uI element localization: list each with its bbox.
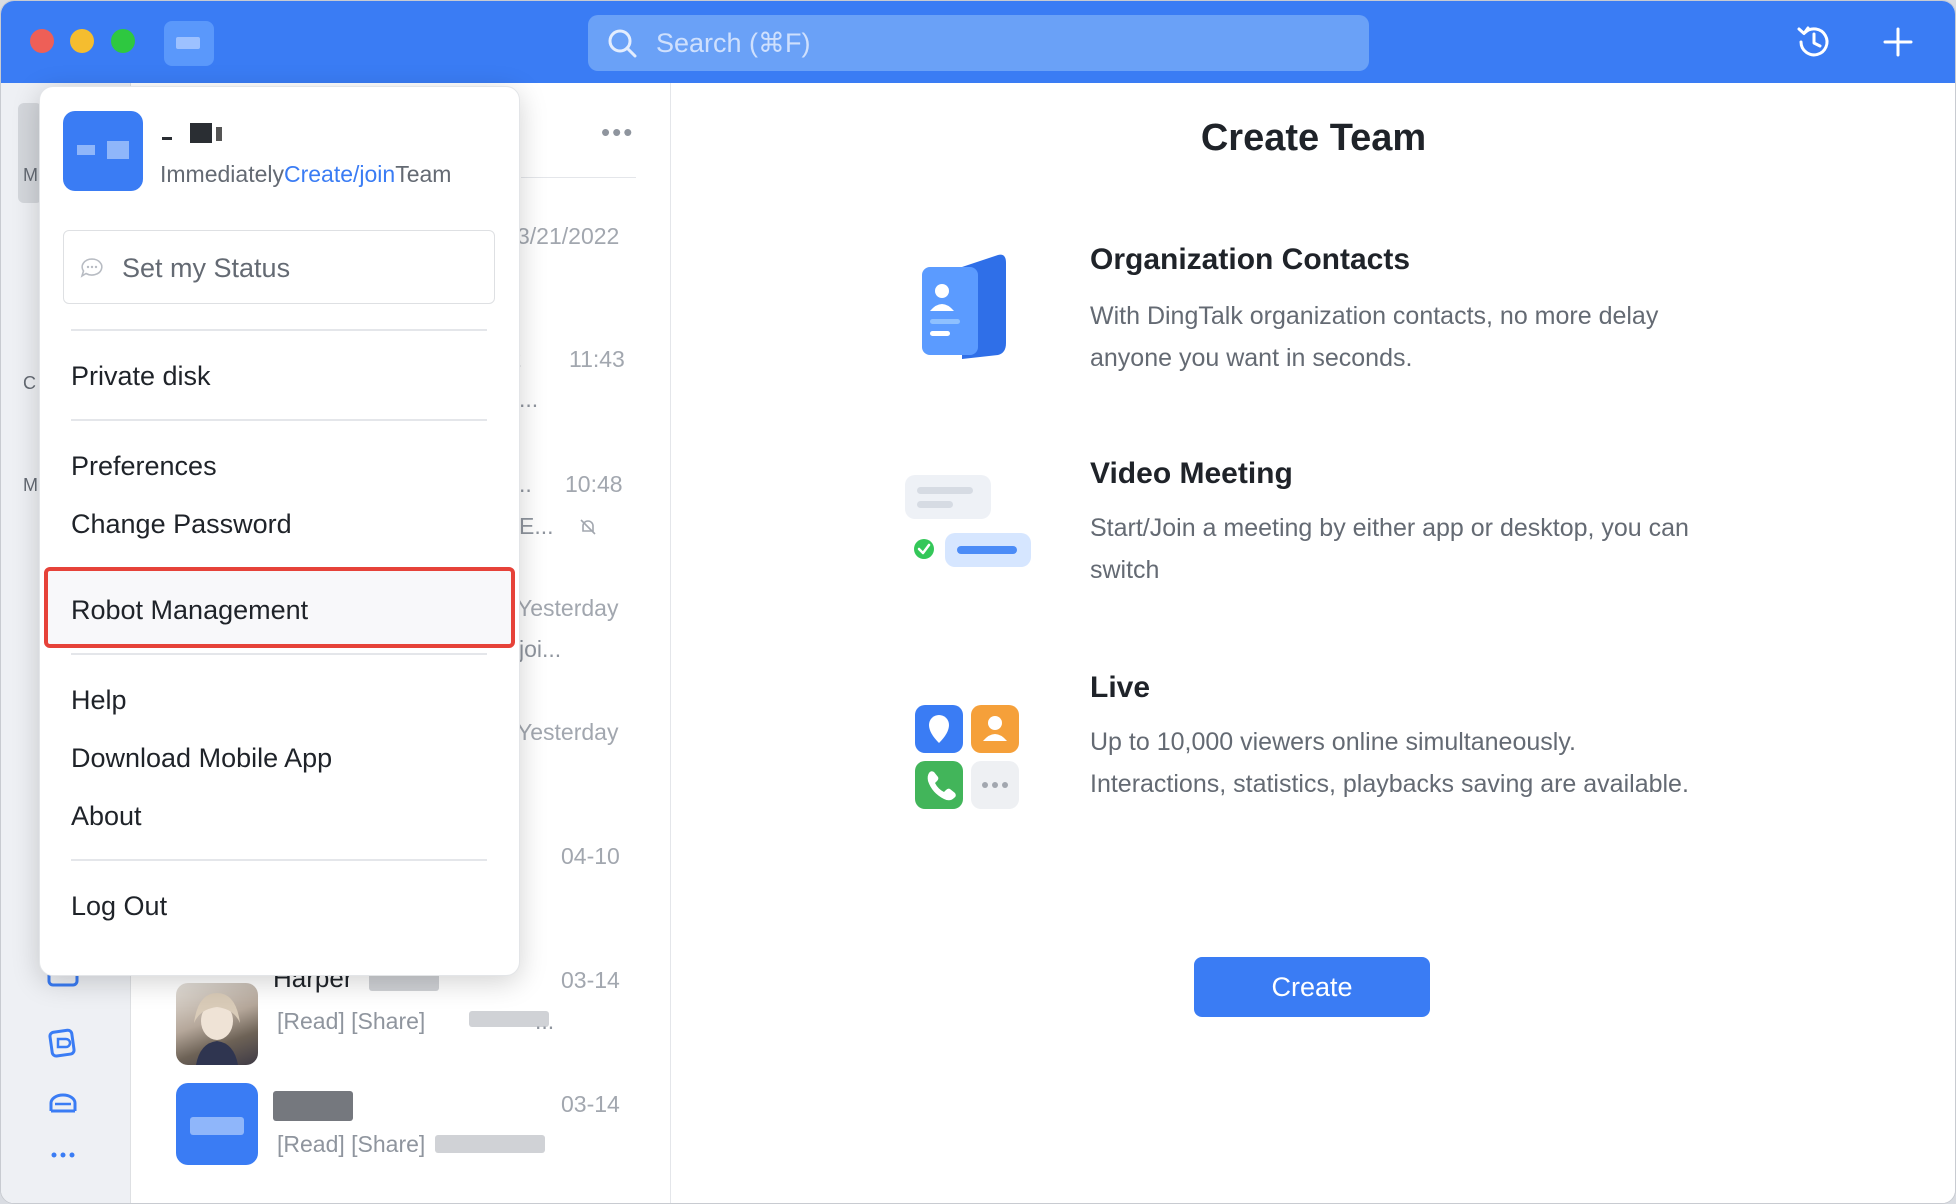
chat-preview: [Read] [Share]	[277, 1131, 426, 1157]
menu-divider	[71, 653, 487, 655]
redacted-username	[162, 123, 222, 143]
menu-item-download-mobile-app[interactable]: Download Mobile App	[71, 743, 332, 774]
rail-label-contacts: C	[23, 373, 36, 393]
feature-title: Live	[1090, 671, 1151, 704]
menu-divider	[71, 329, 487, 331]
chat-preview-fragment: E...	[519, 513, 554, 539]
create-join-link[interactable]: Create/join	[284, 161, 395, 187]
profile-avatar-button[interactable]	[164, 21, 214, 66]
page-title: Create Team	[1200, 117, 1427, 159]
profile-menu: ImmediatelyCreate/joinTeam Set my Status…	[39, 86, 520, 976]
live-apps-icon	[915, 705, 1019, 809]
menu-item-private-disk[interactable]: Private disk	[71, 361, 211, 392]
team-prompt-prefix: Immediately	[160, 161, 284, 187]
close-window-button[interactable]	[30, 29, 54, 53]
feature-title: Video Meeting	[1090, 457, 1293, 490]
rail-label-messages: M	[23, 165, 38, 185]
rail-label-meetings: M	[23, 475, 38, 495]
title-bar: Search (⌘F)	[1, 1, 1955, 83]
history-icon[interactable]	[1793, 21, 1835, 63]
search-bar[interactable]: Search (⌘F)	[588, 15, 1369, 71]
create-team-panel: Create Team Organization Contacts With D…	[671, 83, 1955, 1203]
search-icon	[608, 29, 637, 58]
avatar-illustration	[194, 993, 240, 1065]
menu-item-log-out[interactable]: Log Out	[71, 891, 167, 922]
redacted-preview	[435, 1135, 545, 1153]
chat-time: 11:43	[569, 346, 625, 372]
workbench-icon[interactable]	[45, 1087, 81, 1123]
menu-item-robot-management[interactable]: Robot Management	[71, 595, 308, 626]
menu-item-change-password[interactable]: Change Password	[71, 509, 292, 540]
chat-time: Yesterday	[517, 719, 619, 745]
search-placeholder: Search (⌘F)	[656, 28, 811, 58]
chat-time: 03-14	[561, 1091, 620, 1117]
chat-preview: [Read] [Share]	[277, 1008, 426, 1034]
feature-desc: With DingTalk organization contacts, no …	[1090, 302, 1659, 372]
menu-item-about[interactable]: About	[71, 801, 142, 832]
app-window: Search (⌘F) M C M ••• 3/21/2022 11:43 ..…	[0, 0, 1956, 1204]
menu-item-help[interactable]: Help	[71, 685, 127, 716]
chat-preview-fragment: ...	[519, 386, 539, 412]
more-icon[interactable]	[45, 1137, 81, 1173]
set-status-field[interactable]: Set my Status	[63, 230, 495, 304]
chat-name-fragment: ..	[519, 471, 532, 497]
chat-time: 04-10	[561, 843, 620, 869]
chat-preview-fragment: joi...	[519, 636, 562, 662]
avatar	[176, 983, 258, 1065]
avatar	[63, 111, 143, 191]
chat-time: 10:48	[565, 471, 623, 497]
feature-desc: Start/Join a meeting by either app or de…	[1090, 514, 1689, 584]
feature-title: Organization Contacts	[1090, 243, 1411, 276]
menu-divider	[71, 419, 487, 421]
more-options-icon[interactable]: •••	[601, 117, 634, 148]
avatar	[176, 1083, 258, 1165]
chat-bubble-icon	[80, 258, 103, 278]
chat-time: Yesterday	[517, 595, 619, 621]
redacted-name	[273, 1091, 353, 1121]
mute-bell-icon	[580, 519, 596, 535]
set-status-placeholder: Set my Status	[122, 253, 291, 283]
plus-icon[interactable]	[1877, 21, 1919, 63]
docs-icon[interactable]	[45, 1025, 81, 1061]
create-button[interactable]: Create	[1194, 957, 1430, 1017]
minimize-window-button[interactable]	[70, 29, 94, 53]
chat-time: 03-14	[561, 967, 620, 993]
contacts-book-icon	[922, 254, 1006, 359]
feature-desc: Up to 10,000 viewers online simultaneous…	[1090, 728, 1689, 798]
menu-divider	[71, 859, 487, 861]
chat-time: 3/21/2022	[517, 223, 620, 249]
team-prompt-suffix: Team	[395, 161, 452, 187]
avatar-glyph	[190, 1117, 244, 1135]
list-divider	[521, 177, 636, 178]
maximize-window-button[interactable]	[111, 29, 135, 53]
team-prompt: ImmediatelyCreate/joinTeam	[160, 161, 451, 188]
preview-ellipsis: ...	[535, 1008, 555, 1034]
video-meeting-icon	[905, 475, 1031, 567]
menu-item-preferences[interactable]: Preferences	[71, 451, 217, 482]
